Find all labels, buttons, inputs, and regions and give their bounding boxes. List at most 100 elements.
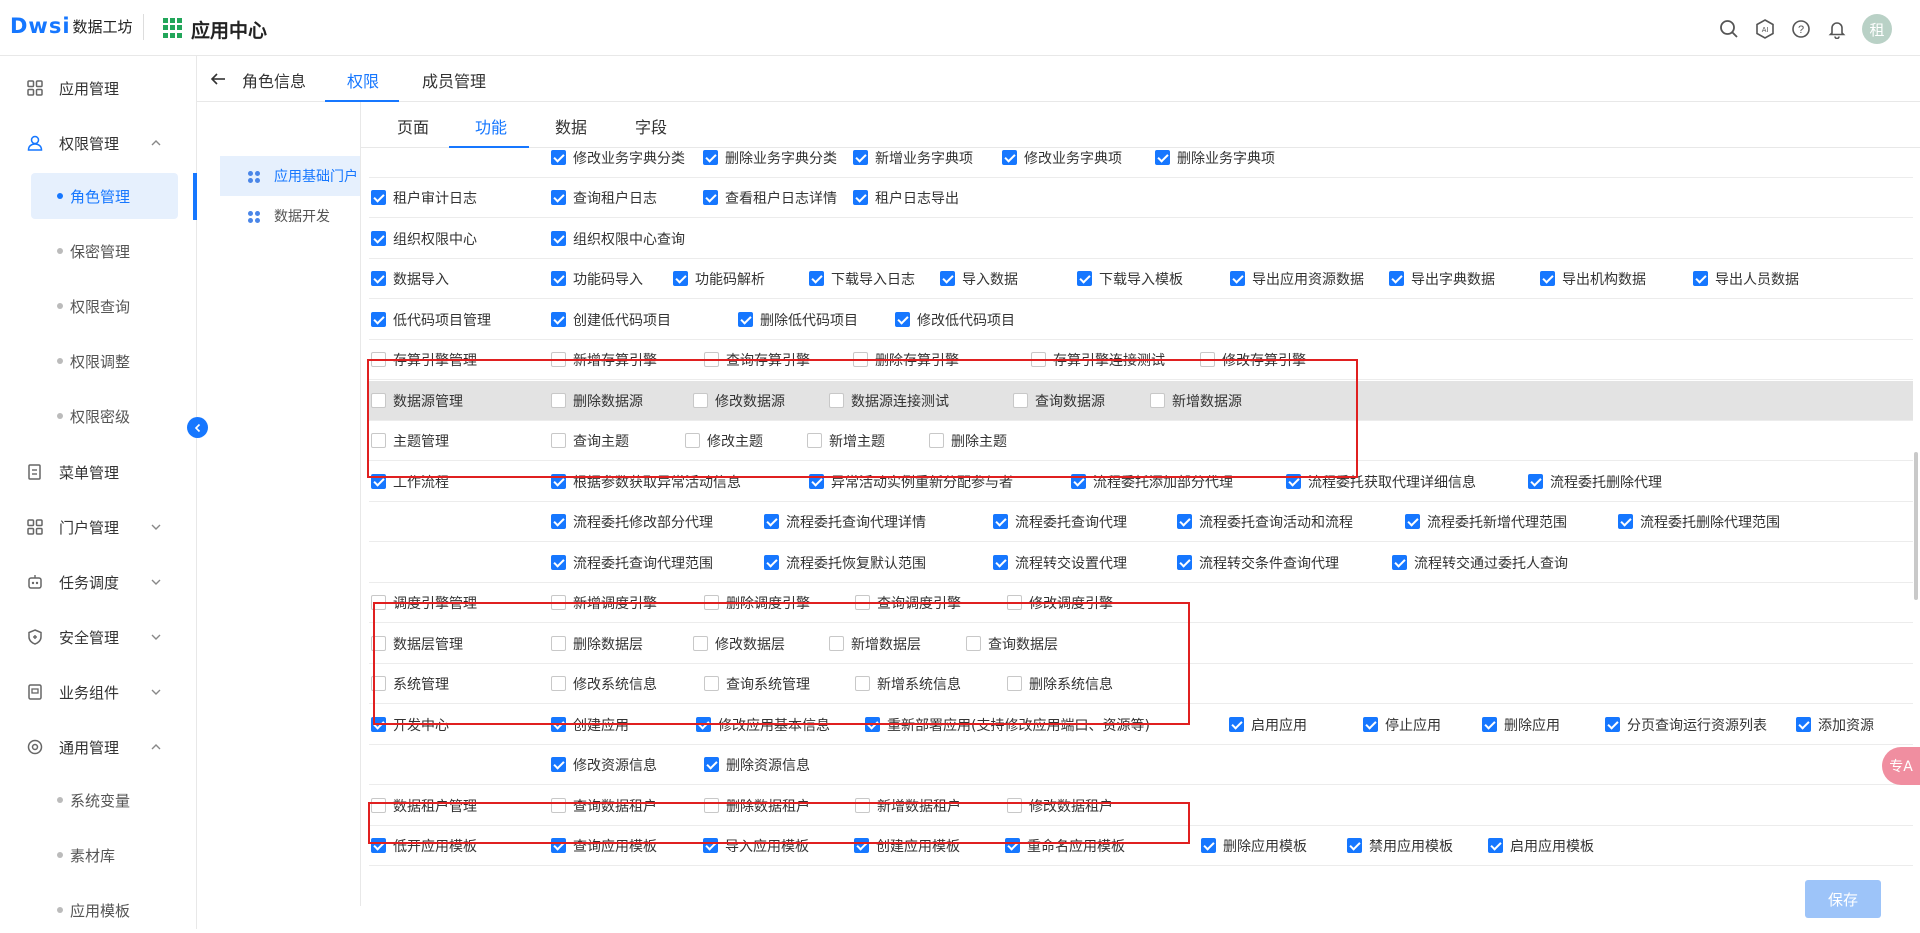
tab-permissions[interactable]: 权限 <box>347 68 379 92</box>
subtab-data[interactable]: 数据 <box>555 114 587 138</box>
ai-assistant-icon[interactable]: AI <box>1754 18 1776 40</box>
permission-checkbox[interactable] <box>1392 555 1407 570</box>
permission-checkbox[interactable] <box>809 271 824 286</box>
permission-checkbox[interactable] <box>764 555 779 570</box>
group-checkbox[interactable] <box>371 190 386 205</box>
tree-item-data-dev[interactable]: 数据开发 <box>220 196 360 236</box>
permission-checkbox[interactable] <box>551 312 566 327</box>
permission-checkbox[interactable] <box>1363 717 1378 732</box>
permission-checkbox[interactable] <box>1229 717 1244 732</box>
permission-checkbox[interactable] <box>551 271 566 286</box>
permission-label: 删除应用模板 <box>1223 839 1307 855</box>
permission-checkbox[interactable] <box>1230 271 1245 286</box>
permission-checkbox[interactable] <box>1618 514 1633 529</box>
sidebar-item-app-management[interactable]: 应用管理 <box>0 68 196 108</box>
permission-checkbox[interactable] <box>551 190 566 205</box>
permission-label: 查询租户日志 <box>573 191 657 207</box>
bullet-dot <box>57 413 63 419</box>
app-tree: 应用基础门户 数据开发 <box>219 102 361 906</box>
permission-checkbox[interactable] <box>738 312 753 327</box>
permission-checkbox[interactable] <box>1177 555 1192 570</box>
permission-label: 禁用应用模板 <box>1369 839 1453 855</box>
group-checkbox[interactable] <box>371 271 386 286</box>
permission-checkbox[interactable] <box>1347 838 1362 853</box>
sidebar-item-business-components[interactable]: 业务组件 <box>0 672 196 712</box>
permission-label: 启用应用模板 <box>1510 839 1594 855</box>
group-checkbox[interactable] <box>371 312 386 327</box>
permission-checkbox[interactable] <box>704 757 719 772</box>
sidebar-collapse-button[interactable] <box>187 417 208 438</box>
group-checkbox[interactable] <box>371 231 386 246</box>
permission-checkbox[interactable] <box>1389 271 1404 286</box>
permission-checkbox[interactable] <box>1077 271 1092 286</box>
permission-checkbox[interactable] <box>551 514 566 529</box>
sidebar-sub-role-management[interactable]: 角色管理 <box>31 173 178 219</box>
permission-checkbox[interactable] <box>703 150 718 165</box>
permission-label: 下载导入模板 <box>1099 272 1183 288</box>
permission-checkbox[interactable] <box>1528 474 1543 489</box>
permission-checkbox[interactable] <box>1177 514 1192 529</box>
logo[interactable]: Dwsi 数据工坊 <box>10 14 133 38</box>
bell-icon[interactable] <box>1826 18 1848 40</box>
help-icon[interactable]: ? <box>1790 18 1812 40</box>
permission-checkbox[interactable] <box>551 231 566 246</box>
tab-member-management[interactable]: 成员管理 <box>422 68 486 92</box>
chevron-up-icon <box>150 135 162 147</box>
permission-checkbox[interactable] <box>993 514 1008 529</box>
permission-checkbox[interactable] <box>993 555 1008 570</box>
permission-checkbox[interactable] <box>1605 717 1620 732</box>
sidebar-sub-app-templates[interactable]: 应用模板 <box>31 887 178 933</box>
permission-checkbox[interactable] <box>1488 838 1503 853</box>
sidebar-item-task-scheduling[interactable]: 任务调度 <box>0 562 196 602</box>
sidebar-sub-secrecy-management[interactable]: 保密管理 <box>31 228 178 274</box>
permission-checkbox[interactable] <box>764 514 779 529</box>
sidebar-sub-permission-level[interactable]: 权限密级 <box>31 393 178 439</box>
sidebar-sub-system-variables[interactable]: 系统变量 <box>31 777 178 823</box>
translate-float-button[interactable]: 专A <box>1882 747 1920 785</box>
permission-checkbox[interactable] <box>703 190 718 205</box>
permission-checkbox[interactable] <box>1405 514 1420 529</box>
permission-checkbox[interactable] <box>940 271 955 286</box>
back-arrow-icon[interactable] <box>209 70 227 88</box>
permission-checkbox[interactable] <box>1796 717 1811 732</box>
permission-checkbox[interactable] <box>1002 150 1017 165</box>
sidebar-sub-asset-library[interactable]: 素材库 <box>31 832 178 878</box>
permission-label: 流程转交设置代理 <box>1015 556 1127 572</box>
permission-checkbox[interactable] <box>1155 150 1170 165</box>
sidebar-item-permission-management[interactable]: 权限管理 <box>0 123 196 163</box>
active-indicator <box>193 173 197 220</box>
permission-label: 修改资源信息 <box>573 758 657 774</box>
header-divider <box>143 14 144 40</box>
permission-checkbox[interactable] <box>853 150 868 165</box>
subtab-page[interactable]: 页面 <box>397 114 429 138</box>
permission-checkbox[interactable] <box>1693 271 1708 286</box>
tab-role-info[interactable]: 角色信息 <box>242 68 306 92</box>
scrollbar[interactable] <box>1914 452 1918 600</box>
save-button[interactable]: 保存 <box>1805 880 1881 918</box>
app-grid-icon[interactable] <box>163 18 183 38</box>
sidebar-item-security-management[interactable]: 安全管理 <box>0 617 196 657</box>
user-avatar[interactable]: 租 <box>1862 14 1892 44</box>
permission-label: 导出机构数据 <box>1562 272 1646 288</box>
subtab-function[interactable]: 功能 <box>475 114 507 138</box>
permission-checkbox[interactable] <box>1201 838 1216 853</box>
subtab-field[interactable]: 字段 <box>635 114 667 138</box>
permission-checkbox[interactable] <box>673 271 688 286</box>
permission-checkbox[interactable] <box>551 150 566 165</box>
permission-checkbox[interactable] <box>1540 271 1555 286</box>
search-icon[interactable] <box>1718 18 1740 40</box>
permission-checkbox[interactable] <box>551 757 566 772</box>
sidebar-item-menu-management[interactable]: 菜单管理 <box>0 452 196 492</box>
permission-checkbox[interactable] <box>1482 717 1497 732</box>
permission-label: 导出应用资源数据 <box>1252 272 1364 288</box>
sidebar-item-general-management[interactable]: 通用管理 <box>0 727 196 767</box>
sidebar-sub-permission-query[interactable]: 权限查询 <box>31 283 178 329</box>
permission-checkbox[interactable] <box>853 190 868 205</box>
permission-checkbox[interactable] <box>895 312 910 327</box>
tree-item-base-portal[interactable]: 应用基础门户 <box>220 156 360 196</box>
permission-checkbox[interactable] <box>551 555 566 570</box>
sidebar-sub-permission-adjust[interactable]: 权限调整 <box>31 338 178 384</box>
sidebar-item-portal-management[interactable]: 门户管理 <box>0 507 196 547</box>
portal-grid-icon <box>26 518 44 536</box>
app-grid-icon <box>26 79 44 97</box>
